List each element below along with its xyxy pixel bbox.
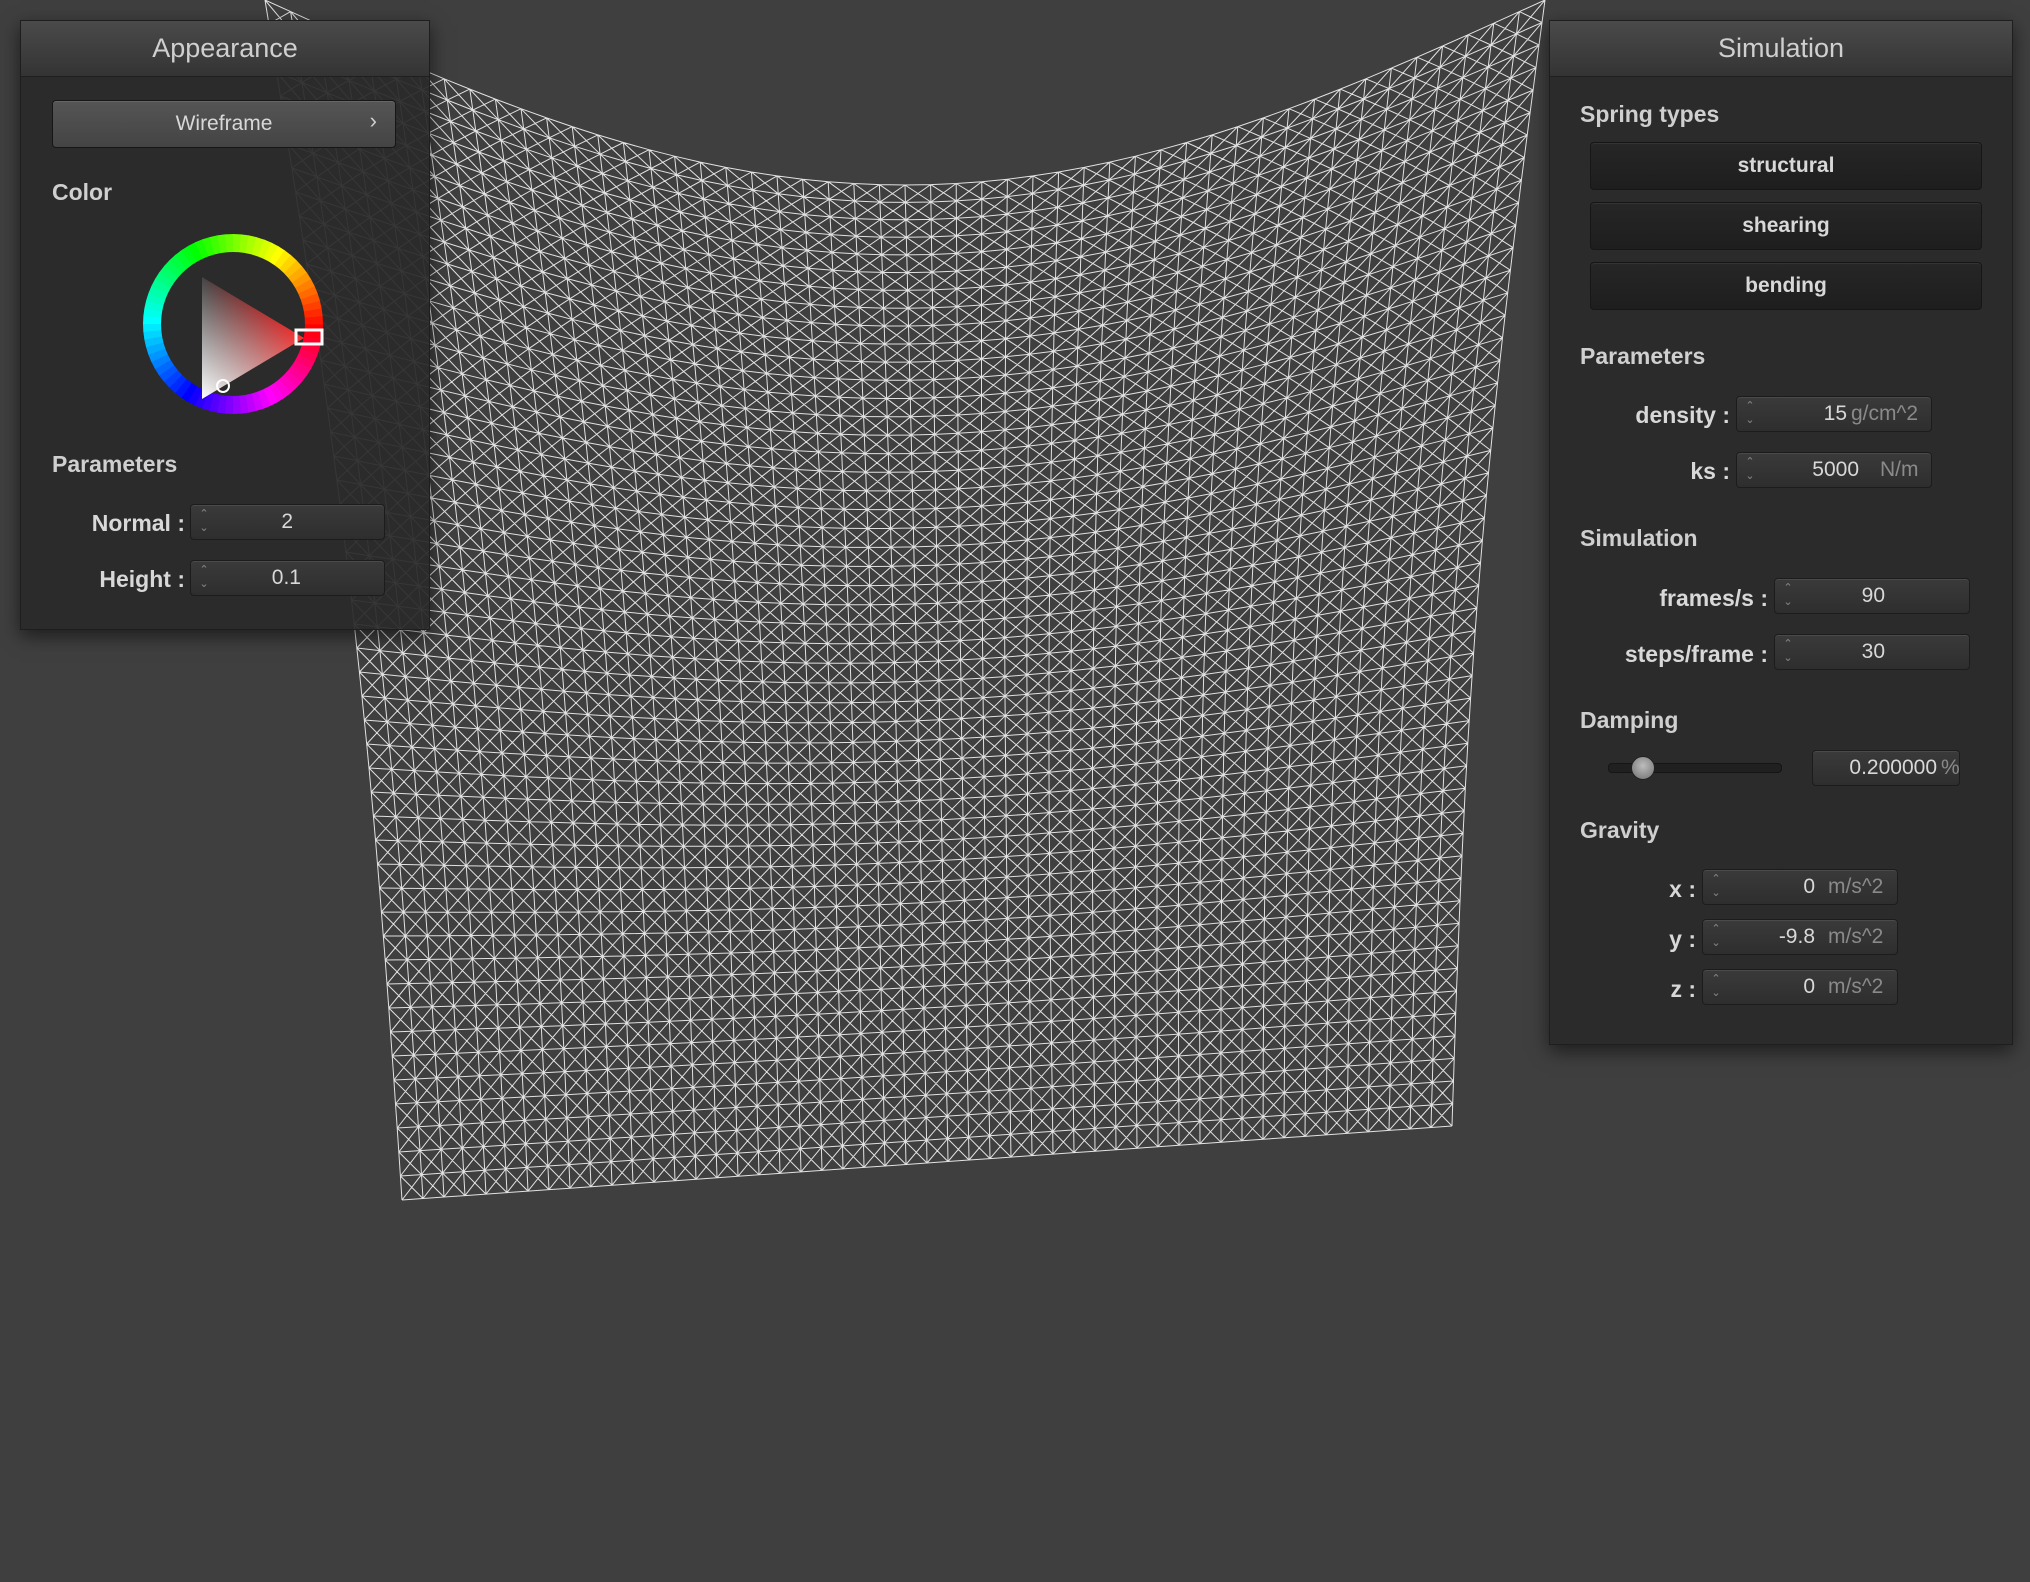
damping-label: Damping bbox=[1580, 707, 1679, 733]
damping-value: 0.200000 bbox=[1849, 756, 1937, 779]
gravity-x-spinbox[interactable]: ⌃ ⌄ 0 m/s^2 bbox=[1702, 869, 1898, 905]
frames-per-s-spinbox[interactable]: ⌃ ⌄ 90 bbox=[1774, 578, 1970, 614]
spin-arrows-icon[interactable]: ⌃ ⌄ bbox=[1781, 581, 1795, 611]
height-value: 0.1 bbox=[271, 566, 301, 589]
simulation-panel: Simulation Spring types structural shear… bbox=[1549, 20, 2013, 1045]
frames-per-s-value: 90 bbox=[1861, 584, 1885, 607]
spin-arrows-icon[interactable]: ⌃ ⌄ bbox=[1743, 455, 1757, 485]
simulation-section-label: Simulation bbox=[1580, 525, 1698, 551]
density-spinbox[interactable]: ⌃ ⌄ 15 g/cm^2 bbox=[1736, 396, 1932, 432]
spin-arrows-icon[interactable]: ⌃ ⌄ bbox=[1709, 922, 1723, 952]
gravity-y-unit: m/s^2 bbox=[1828, 925, 1884, 948]
simulation-parameters-label: Parameters bbox=[1580, 343, 1706, 369]
gravity-y-spinbox[interactable]: ⌃ ⌄ -9.8 m/s^2 bbox=[1702, 919, 1898, 955]
normal-spinbox[interactable]: ⌃ ⌄ 2 bbox=[190, 504, 385, 540]
damping-unit: % bbox=[1941, 756, 1960, 779]
gravity-z-unit: m/s^2 bbox=[1828, 975, 1884, 998]
damping-slider-knob[interactable] bbox=[1631, 756, 1656, 780]
gravity-z-spinbox[interactable]: ⌃ ⌄ 0 m/s^2 bbox=[1702, 969, 1898, 1005]
spin-arrows-icon[interactable]: ⌃ ⌄ bbox=[1743, 399, 1757, 429]
chevron-right-icon: › bbox=[369, 108, 377, 133]
ks-spinbox[interactable]: ⌃ ⌄ 5000 N/m bbox=[1736, 452, 1932, 488]
simulation-panel-title[interactable]: Simulation bbox=[1550, 21, 2012, 77]
spin-arrows-icon[interactable]: ⌃ ⌄ bbox=[1709, 872, 1723, 902]
gravity-x-label: x : bbox=[1669, 876, 1696, 902]
gravity-x-unit: m/s^2 bbox=[1828, 875, 1884, 898]
frames-per-s-label: frames/s : bbox=[1659, 585, 1768, 611]
normal-label: Normal : bbox=[91, 510, 185, 536]
appearance-panel: Appearance Wireframe › Color Parameters … bbox=[20, 20, 430, 630]
gravity-label: Gravity bbox=[1580, 817, 1660, 843]
color-section-label: Color bbox=[52, 179, 113, 205]
spin-arrows-icon[interactable]: ⌃ ⌄ bbox=[1781, 637, 1795, 667]
steps-per-frame-spinbox[interactable]: ⌃ ⌄ 30 bbox=[1774, 634, 1970, 670]
height-spinbox[interactable]: ⌃ ⌄ 0.1 bbox=[190, 560, 385, 596]
spin-arrows-icon[interactable]: ⌃ ⌄ bbox=[197, 563, 211, 593]
ks-label: ks : bbox=[1690, 458, 1730, 484]
gravity-y-label: y : bbox=[1669, 926, 1696, 952]
ks-unit: N/m bbox=[1880, 458, 1919, 481]
shader-label: Wireframe bbox=[175, 112, 273, 135]
gravity-x-value: 0 bbox=[1803, 875, 1815, 898]
appearance-parameters-label: Parameters bbox=[52, 451, 178, 477]
spin-arrows-icon[interactable]: ⌃ ⌄ bbox=[197, 507, 211, 537]
normal-value: 2 bbox=[281, 510, 293, 533]
steps-per-frame-value: 30 bbox=[1861, 640, 1885, 663]
steps-per-frame-label: steps/frame : bbox=[1624, 641, 1768, 667]
spring-types-label: Spring types bbox=[1580, 101, 1720, 127]
density-unit: g/cm^2 bbox=[1851, 402, 1919, 425]
density-value: 15 bbox=[1823, 402, 1847, 425]
gravity-z-value: 0 bbox=[1803, 975, 1815, 998]
density-label: density : bbox=[1635, 402, 1730, 428]
damping-field[interactable]: 0.200000 % bbox=[1812, 750, 1960, 786]
spin-arrows-icon[interactable]: ⌃ ⌄ bbox=[1709, 972, 1723, 1002]
ks-value: 5000 bbox=[1812, 458, 1859, 481]
shearing-button[interactable]: shearing bbox=[1590, 202, 1982, 250]
gravity-z-label: z : bbox=[1670, 976, 1696, 1002]
structural-button[interactable]: structural bbox=[1590, 142, 1982, 190]
height-label: Height : bbox=[99, 566, 185, 592]
gravity-y-value: -9.8 bbox=[1778, 925, 1815, 948]
cloth-mesh bbox=[264, 0, 1546, 1201]
shader-dropdown-button[interactable]: Wireframe › bbox=[52, 100, 396, 148]
color-wheel-icon[interactable] bbox=[138, 229, 328, 419]
bending-button[interactable]: bending bbox=[1590, 262, 1982, 310]
appearance-panel-title[interactable]: Appearance bbox=[21, 21, 429, 77]
